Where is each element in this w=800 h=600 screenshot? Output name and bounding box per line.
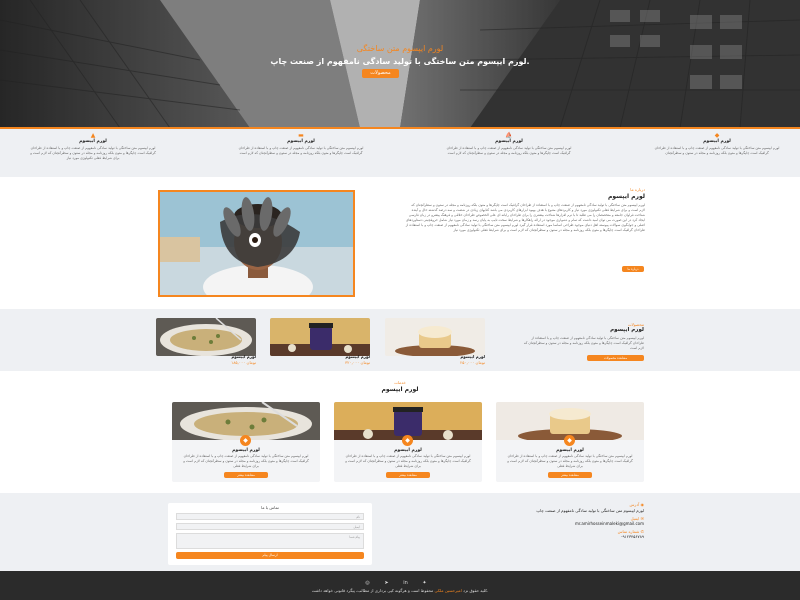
location-icon: ◉	[640, 502, 645, 507]
card-button[interactable]: مشاهده بیشتر	[548, 472, 592, 478]
email-value[interactable]: mr.amirhosseinmaleki@gmail.com	[480, 521, 644, 527]
linkedin-icon[interactable]: in	[402, 580, 409, 587]
service-card: ◆ لورم ایپسوم لورم ایپسوم متن ساختگی با …	[172, 402, 320, 482]
feature-title: لورم ایپسوم	[79, 139, 107, 144]
products-section: محصولات لورم ایپسوم لورم ایپسوم متن ساخت…	[0, 309, 800, 371]
about-image	[158, 190, 355, 297]
feature-title: لورم ایپسوم	[703, 139, 731, 144]
product-name: لورم ایپسوم	[231, 354, 256, 359]
feature-item: ▲ لورم ایپسوم لورم ایپسوم متن ساختگی با …	[28, 132, 158, 162]
address-value: لورم ایپسوم متن ساختگی با تولید سادگی نا…	[536, 508, 644, 513]
feature-item: ▬ لورم ایپسوم لورم ایپسوم متن ساختگی با …	[236, 132, 366, 156]
product-image[interactable]	[270, 318, 370, 356]
card-icon: ◆	[240, 435, 251, 446]
cards-kicker: خدمات	[394, 380, 406, 385]
about-button[interactable]: درباره ما	[622, 266, 644, 272]
truck-icon: ▬	[298, 132, 304, 139]
submit-button[interactable]: ارسال پیام	[176, 552, 364, 559]
feature-text: لورم ایپسوم متن ساختگی با تولید سادگی نا…	[654, 146, 780, 156]
about-title: لورم ایپسوم	[608, 193, 645, 200]
product-image[interactable]	[156, 318, 256, 356]
feature-item: ◆ لورم ایپسوم لورم ایپسوم متن ساختگی با …	[652, 132, 782, 156]
product-price: ۳۲۰,۰۰۰ تومان	[345, 360, 370, 365]
feature-text: لورم ایپسوم متن ساختگی با تولید سادگی نا…	[30, 146, 156, 161]
email-field[interactable]: ایمیل	[176, 523, 364, 530]
ship-icon: ⛵	[505, 132, 513, 139]
phone-value: ۰۹۱۲۳۴۵۶۷۸۹	[620, 534, 644, 539]
view-products-button[interactable]: مشاهده محصولات	[587, 355, 644, 361]
service-card: ◆ لورم ایپسوم لورم ایپسوم متن ساختگی با …	[496, 402, 644, 482]
card-title: لورم ایپسوم	[232, 448, 260, 453]
products-title: لورم ایپسوم	[610, 327, 644, 333]
feature-text: لورم ایپسوم متن ساختگی با تولید سادگی نا…	[238, 146, 364, 156]
product-name: لورم ایپسوم	[460, 354, 485, 359]
card-button[interactable]: مشاهده بیشتر	[224, 472, 268, 478]
pasta-photo	[156, 318, 256, 356]
cake-photo	[385, 318, 485, 356]
diamond-icon: ◆	[714, 132, 720, 139]
graduation-icon: ▲	[90, 132, 96, 139]
message-field[interactable]: پیام شما	[176, 533, 364, 549]
card-title: لورم ایپسوم	[556, 448, 584, 453]
name-field[interactable]: نام	[176, 513, 364, 520]
card-title: لورم ایپسوم	[394, 448, 422, 453]
telegram-icon[interactable]: ➤	[383, 580, 390, 587]
product-price: ۱۸۵,۰۰۰ تومان	[231, 360, 256, 365]
form-title: تماس با ما	[261, 505, 279, 510]
products-button[interactable]: محصولات	[362, 69, 399, 78]
hero-subtitle: لورم ایپسوم متن ساختگی با تولید سادگی نا…	[270, 57, 530, 66]
card-text: لورم ایپسوم متن ساختگی با تولید سادگی نا…	[507, 454, 633, 468]
contact-section	[0, 493, 800, 571]
hero-title: لورم ایپسوم متن ساختگی	[356, 44, 444, 53]
card-text: لورم ایپسوم متن ساختگی با تولید سادگی نا…	[183, 454, 309, 468]
features-section: ◆ لورم ایپسوم لورم ایپسوم متن ساختگی با …	[0, 129, 800, 177]
products-text: لورم ایپسوم متن ساختگی با تولید سادگی نا…	[523, 336, 644, 350]
portrait-photo	[160, 192, 353, 295]
product-name: لورم ایپسوم	[345, 354, 370, 359]
feature-text: لورم ایپسوم متن ساختگی با تولید سادگی نا…	[446, 146, 572, 156]
feature-title: لورم ایپسوم	[495, 139, 523, 144]
footer	[0, 571, 800, 600]
about-kicker: درباره ما	[630, 187, 645, 192]
jar-photo	[270, 318, 370, 356]
card-button[interactable]: مشاهده بیشتر	[386, 472, 430, 478]
card-text: لورم ایپسوم متن ساختگی با تولید سادگی نا…	[345, 454, 471, 468]
about-text: لورم ایپسوم متن ساختگی با تولید سادگی نا…	[405, 203, 645, 233]
service-card: ◆ لورم ایپسوم لورم ایپسوم متن ساختگی با …	[334, 402, 482, 482]
instagram-icon[interactable]: ◎	[364, 580, 371, 587]
twitter-icon[interactable]: ✦	[421, 580, 428, 587]
address-label: آدرس ◉	[629, 502, 645, 507]
copyright-name: امیرحسین ملکی	[434, 588, 462, 593]
cards-title: لورم ایپسوم	[381, 386, 419, 393]
feature-title: لورم ایپسوم	[287, 139, 315, 144]
card-icon: ◆	[564, 435, 575, 446]
product-image[interactable]	[385, 318, 485, 356]
feature-item: ⛵ لورم ایپسوم لورم ایپسوم متن ساختگی با …	[444, 132, 574, 156]
card-icon: ◆	[402, 435, 413, 446]
product-price: ۲۵۰,۰۰۰ تومان	[460, 360, 485, 365]
copyright-text: کلیه حقوق نزد امیرحسین ملکی محفوظ است و …	[311, 588, 489, 593]
